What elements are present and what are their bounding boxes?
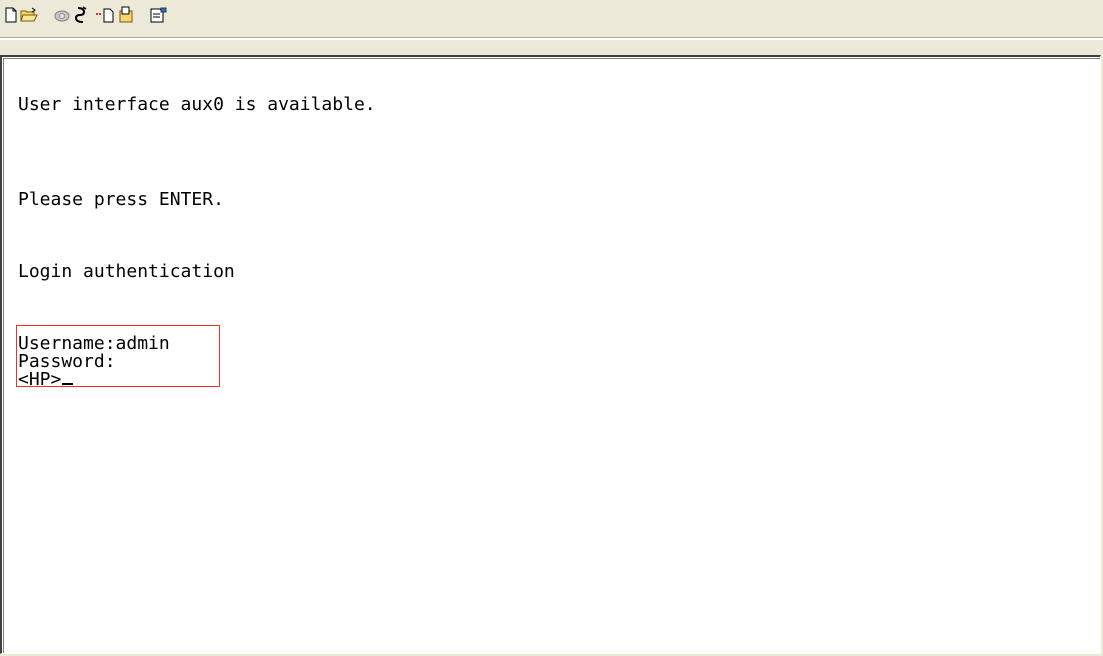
- properties-icon[interactable]: [147, 4, 169, 26]
- terminal-line: User interface aux0 is available.: [18, 94, 376, 115]
- terminal-window[interactable]: User interface aux0 is available. Please…: [0, 55, 1101, 654]
- send-icon[interactable]: [95, 4, 117, 26]
- receive-icon[interactable]: [115, 4, 137, 26]
- disconnect-icon[interactable]: [70, 4, 92, 26]
- toolbar-separator: [0, 38, 1103, 40]
- highlight-box: [16, 325, 220, 387]
- toolbar: [0, 0, 1103, 38]
- terminal-line: Login authentication: [18, 261, 235, 282]
- terminal-screen[interactable]: User interface aux0 is available. Please…: [3, 58, 1100, 653]
- open-folder-icon[interactable]: [18, 4, 40, 26]
- terminal-line: Please press ENTER.: [18, 189, 224, 210]
